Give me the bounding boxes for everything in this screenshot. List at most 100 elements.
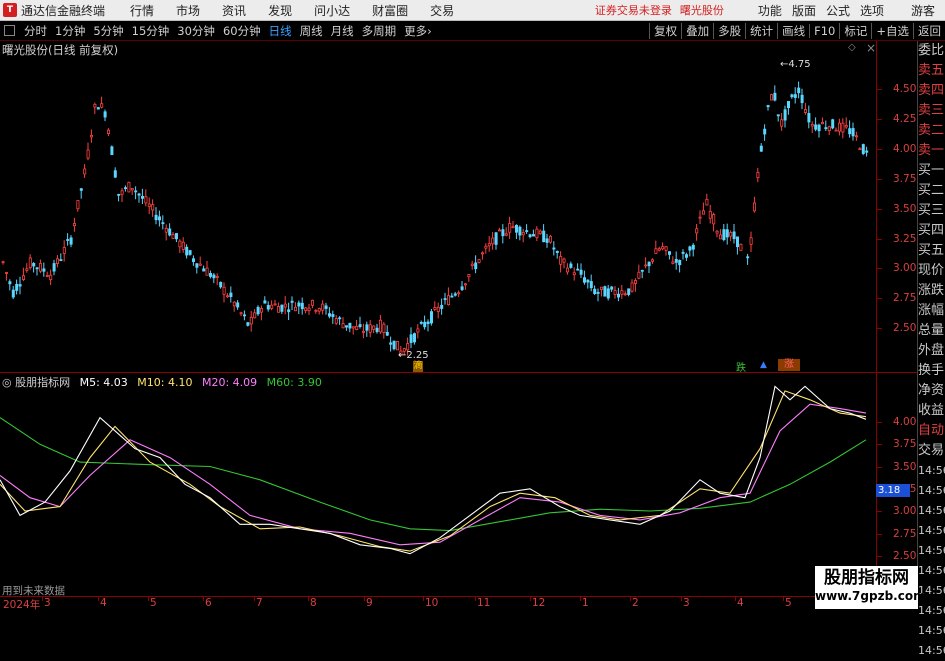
side-panel-item: 14:56 bbox=[918, 504, 945, 517]
candle-body bbox=[504, 233, 508, 236]
candle-body bbox=[518, 226, 522, 236]
adjust-button[interactable]: 复权 bbox=[649, 22, 681, 39]
candle-body bbox=[35, 267, 39, 270]
period-tab-30min[interactable]: 30分钟 bbox=[177, 23, 215, 39]
period-tab-15min[interactable]: 15分钟 bbox=[132, 23, 170, 39]
f10-button[interactable]: F10 bbox=[809, 23, 839, 38]
menu-item-news[interactable]: 资讯 bbox=[222, 2, 246, 19]
candle-body bbox=[654, 248, 658, 254]
back-button[interactable]: 返回 bbox=[913, 22, 945, 39]
month-label: 10 bbox=[425, 597, 439, 609]
side-panel-item[interactable]: 交易 bbox=[918, 441, 945, 461]
draw-line-button[interactable]: 画线 bbox=[777, 22, 809, 39]
candle-body bbox=[253, 312, 257, 319]
login-status-notice[interactable]: 证券交易未登录 bbox=[595, 2, 672, 18]
candle-body bbox=[739, 243, 743, 251]
menu-item-layout[interactable]: 版面 bbox=[792, 2, 816, 19]
menu-item-wealth-circle[interactable]: 财富圈 bbox=[372, 2, 408, 19]
candle-body bbox=[113, 170, 117, 178]
candle-body bbox=[62, 247, 66, 254]
guest-user-button[interactable]: 游客 bbox=[911, 2, 935, 19]
candle-body bbox=[433, 307, 437, 310]
month-tick bbox=[735, 597, 736, 601]
side-panel-item[interactable]: 自动 bbox=[918, 421, 945, 441]
period-tab-daily[interactable]: 日线 bbox=[269, 23, 292, 39]
candle-body bbox=[66, 239, 70, 241]
candle-body bbox=[606, 288, 610, 299]
side-panel-item: 14:56 bbox=[918, 464, 945, 477]
candle-body bbox=[807, 113, 811, 123]
candle-body bbox=[827, 126, 831, 132]
candle-body bbox=[185, 246, 189, 256]
menu-item-market[interactable]: 行情 bbox=[130, 2, 154, 19]
candle-body bbox=[103, 111, 107, 118]
candle-body bbox=[96, 107, 100, 110]
menu-item-functions[interactable]: 功能 bbox=[758, 2, 782, 19]
menu-item-discover[interactable]: 发现 bbox=[268, 2, 292, 19]
indicator-chart[interactable] bbox=[0, 373, 876, 596]
candle-body bbox=[25, 268, 29, 271]
layout-toggle-icon[interactable] bbox=[4, 25, 15, 36]
main-y-tick-label: 4.50 bbox=[893, 83, 917, 95]
candle-body bbox=[42, 268, 46, 272]
period-tab-1min[interactable]: 1分钟 bbox=[55, 23, 85, 39]
period-tab-monthly[interactable]: 月线 bbox=[331, 23, 354, 39]
candle-body bbox=[480, 252, 484, 255]
candle-body bbox=[39, 263, 43, 272]
candle-body bbox=[164, 227, 168, 233]
current-stock-name: 曙光股份 bbox=[679, 4, 724, 17]
candle-body bbox=[511, 226, 515, 229]
overlay-button[interactable]: 叠加 bbox=[681, 22, 713, 39]
period-tab-multi[interactable]: 多周期 bbox=[362, 23, 397, 39]
add-watchlist-button[interactable]: +自选 bbox=[871, 22, 913, 39]
event-marker-flag[interactable]: 滴 bbox=[413, 361, 423, 372]
candle-body bbox=[358, 324, 362, 328]
candle-body bbox=[93, 104, 97, 108]
period-tab-60min[interactable]: 60分钟 bbox=[223, 23, 261, 39]
candle-body bbox=[372, 325, 376, 330]
candle-body bbox=[698, 216, 702, 219]
candle-body bbox=[814, 124, 818, 130]
app-title: 通达信金融终端 bbox=[21, 3, 106, 18]
axis-tick bbox=[876, 555, 882, 557]
candle-body bbox=[124, 187, 128, 190]
side-panel-item: 买三 bbox=[918, 203, 945, 218]
candle-body bbox=[151, 204, 155, 211]
candle-body bbox=[297, 302, 301, 307]
chevron-right-icon[interactable]: › bbox=[427, 24, 432, 38]
statistics-button[interactable]: 统计 bbox=[745, 22, 777, 39]
candle-body bbox=[559, 256, 563, 265]
side-panel-item: 卖四 bbox=[918, 83, 945, 98]
period-toolbar: 分时 1分钟 5分钟 15分钟 30分钟 60分钟 日线 周线 月线 多周期 更… bbox=[0, 21, 945, 41]
candlestick-chart[interactable] bbox=[0, 41, 876, 372]
candle-body bbox=[538, 230, 542, 235]
side-panel-item: 外盘 bbox=[918, 343, 945, 358]
menu-item-ask[interactable]: 问小达 bbox=[314, 2, 350, 19]
period-tab-weekly[interactable]: 周线 bbox=[300, 23, 323, 39]
candle-body bbox=[334, 318, 338, 324]
menu-item-options[interactable]: 选项 bbox=[860, 2, 884, 19]
candle-body bbox=[117, 193, 121, 196]
multi-stock-button[interactable]: 多股 bbox=[713, 22, 745, 39]
event-marker-down[interactable]: 跌 bbox=[736, 359, 746, 374]
period-tab-more[interactable]: 更多 bbox=[404, 23, 427, 39]
candle-body bbox=[249, 316, 253, 325]
axis-tick bbox=[876, 422, 882, 423]
menu-item-formula[interactable]: 公式 bbox=[826, 2, 850, 19]
menu-item-exchange[interactable]: 市场 bbox=[176, 2, 200, 19]
year-label: 2024年 bbox=[3, 599, 41, 611]
candle-body bbox=[446, 295, 450, 306]
candle-body bbox=[532, 234, 536, 237]
candle-body bbox=[307, 307, 311, 311]
period-tab-intraday[interactable]: 分时 bbox=[24, 23, 47, 39]
event-marker-up[interactable]: 涨 bbox=[778, 359, 800, 371]
period-tab-5min[interactable]: 5分钟 bbox=[93, 23, 123, 39]
menu-item-trade[interactable]: 交易 bbox=[430, 2, 454, 19]
candle-body bbox=[419, 321, 423, 324]
candle-body bbox=[287, 309, 291, 313]
axis-tick bbox=[876, 533, 882, 535]
candle-body bbox=[535, 228, 539, 239]
candle-body bbox=[844, 125, 848, 128]
mark-button[interactable]: 标记 bbox=[839, 22, 871, 39]
side-panel-item: 收益 bbox=[918, 403, 945, 418]
